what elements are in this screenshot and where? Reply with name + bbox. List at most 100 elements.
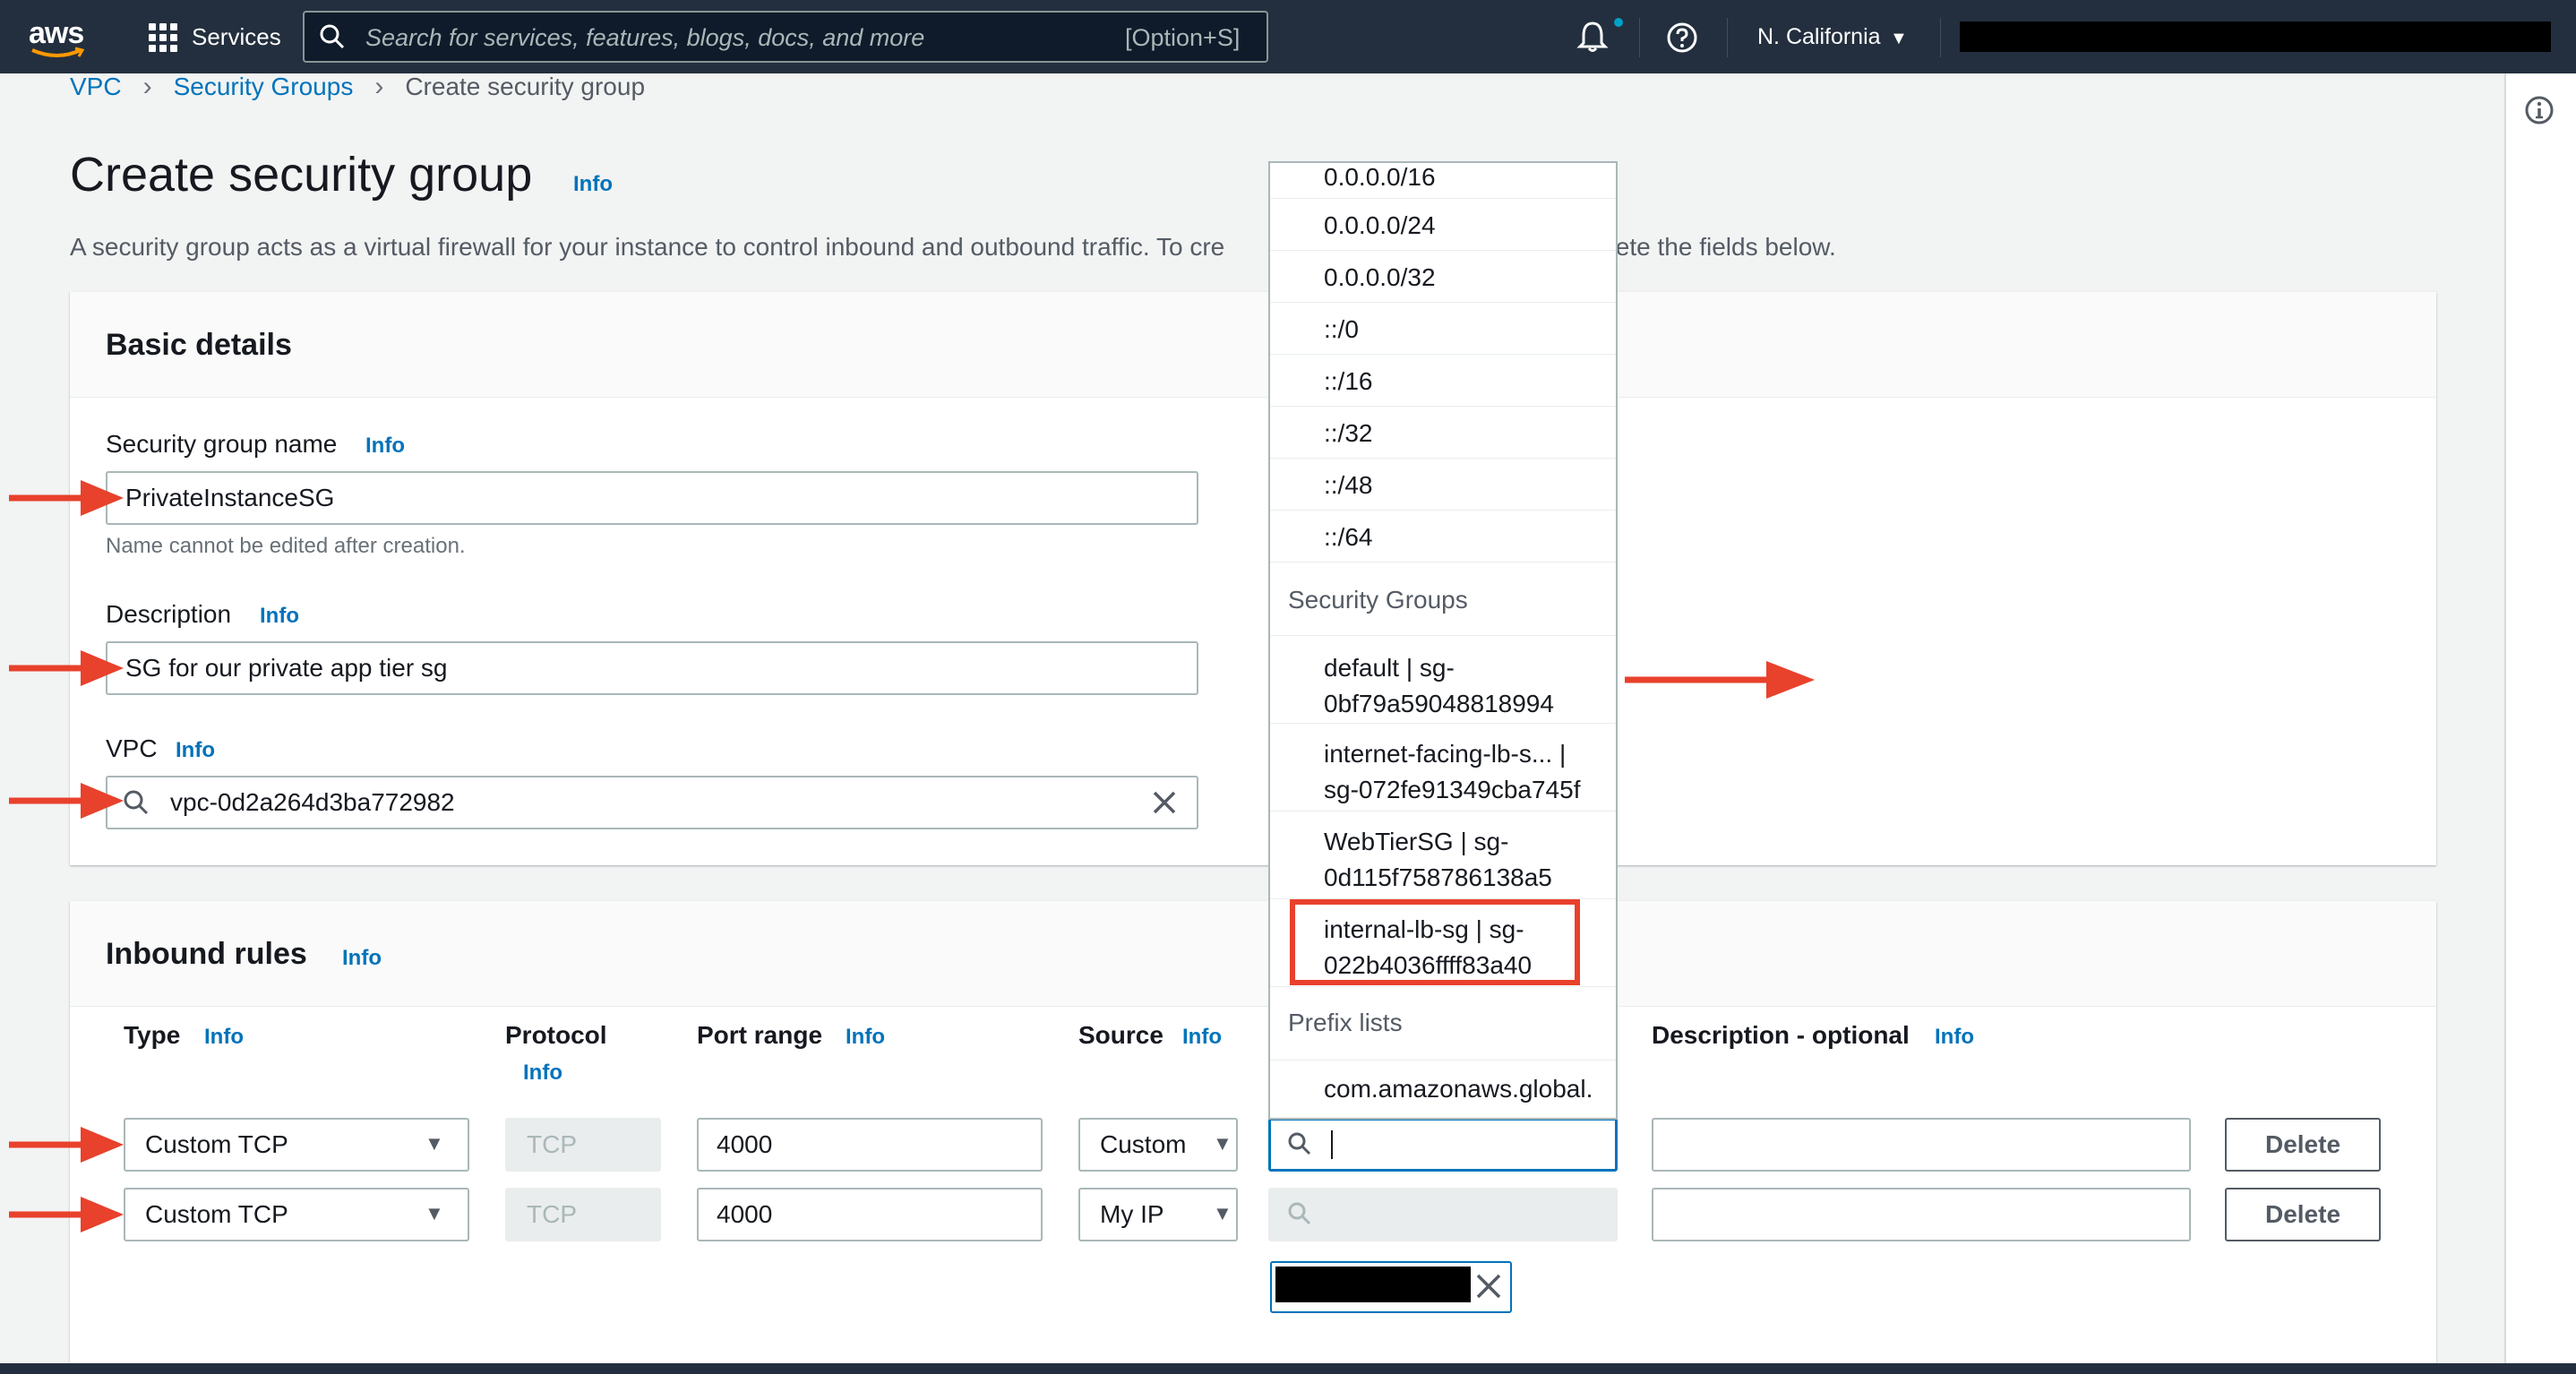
breadcrumb: VPC › Security Groups › Create security …	[70, 72, 645, 102]
source-token-redacted	[1275, 1267, 1471, 1302]
page-description-tail: plete the fields below.	[1596, 233, 1836, 261]
services-grid-icon[interactable]	[149, 23, 177, 52]
region-selector[interactable]: N. California	[1757, 24, 1881, 50]
annotation-arrow-icon	[1625, 661, 1815, 699]
help-icon[interactable]	[1666, 21, 1698, 54]
basic-details-header	[70, 292, 2436, 398]
page-title: Create security group	[70, 148, 533, 202]
dropdown-option-cidr[interactable]: ::/0	[1270, 303, 1616, 355]
column-description: Description - optional	[1652, 1021, 1910, 1049]
annotation-arrow-icon	[9, 1197, 124, 1232]
search-icon	[1288, 1202, 1311, 1225]
tools-panel-rail	[2504, 73, 2576, 1363]
remove-token-icon[interactable]	[1473, 1270, 1505, 1302]
delete-rule-button[interactable]: Delete	[2225, 1118, 2381, 1172]
rule-port-input[interactable]: 4000	[697, 1118, 1043, 1172]
aws-smile-icon	[31, 47, 85, 57]
nav-divider	[1639, 18, 1640, 57]
dropdown-option-cidr[interactable]: ::/64	[1270, 511, 1616, 562]
nav-divider	[1727, 18, 1728, 57]
sg-option-id: 0bf79a59048818994	[1324, 690, 1554, 717]
source-info-link[interactable]: Info	[1182, 1025, 1222, 1050]
search-icon	[320, 24, 345, 49]
description-input[interactable]: SG for our private app tier sg	[106, 641, 1198, 695]
caret-down-icon: ▼	[1213, 1202, 1232, 1224]
sg-option-name: default | sg-	[1324, 654, 1455, 682]
description-col-info-link[interactable]: Info	[1935, 1025, 1974, 1050]
description-info-link[interactable]: Info	[260, 604, 299, 629]
annotation-arrow-icon	[9, 783, 124, 819]
rule-protocol-field: TCP	[505, 1118, 661, 1172]
account-menu-redacted[interactable]	[1960, 21, 2551, 52]
breadcrumb-current: Create security group	[405, 73, 646, 100]
chevron-right-icon: ›	[374, 72, 384, 101]
chevron-right-icon: ›	[142, 72, 152, 101]
dropdown-option-cidr[interactable]: 0.0.0.0/16	[1270, 163, 1616, 199]
sg-name-hint: Name cannot be edited after creation.	[106, 534, 466, 558]
dropdown-option-security-group[interactable]: default | sg- 0bf79a59048818994	[1270, 636, 1616, 724]
dropdown-option-cidr[interactable]: 0.0.0.0/32	[1270, 251, 1616, 303]
column-protocol: Protocol	[505, 1021, 607, 1049]
dropdown-group-prefix-lists: Prefix lists	[1270, 987, 1616, 1061]
breadcrumb-vpc[interactable]: VPC	[70, 73, 122, 101]
aws-logo[interactable]: aws	[27, 13, 99, 63]
rule-protocol-field: TCP	[505, 1188, 661, 1241]
port-info-link[interactable]: Info	[846, 1025, 885, 1050]
inbound-info-link[interactable]: Info	[342, 946, 382, 971]
annotation-highlight-box	[1290, 899, 1580, 985]
dropdown-group-security-groups: Security Groups	[1270, 562, 1616, 636]
caret-down-icon: ▼	[425, 1132, 444, 1155]
rule-description-input[interactable]	[1652, 1188, 2191, 1241]
caret-down-icon: ▼	[425, 1202, 444, 1224]
text-cursor	[1331, 1130, 1333, 1159]
protocol-info-link[interactable]: Info	[523, 1061, 562, 1086]
rule-source-search-disabled	[1268, 1188, 1618, 1241]
annotation-arrow-icon	[9, 1127, 124, 1163]
sg-option-name: WebTierSG | sg-	[1324, 828, 1509, 855]
dropdown-option-security-group[interactable]: WebTierSG | sg- 0d115f758786138a5	[1270, 812, 1616, 899]
breadcrumb-security-groups[interactable]: Security Groups	[174, 73, 354, 101]
rule-source-search-input[interactable]	[1268, 1118, 1618, 1172]
rule-port-input[interactable]: 4000	[697, 1188, 1043, 1241]
dropdown-option-security-group[interactable]: internet-facing-lb-s... | sg-072fe91349c…	[1270, 724, 1616, 812]
caret-down-icon: ▼	[1890, 29, 1908, 48]
column-port-range: Port range	[697, 1021, 823, 1049]
sg-option-id: sg-072fe91349cba745f	[1324, 776, 1581, 803]
vpc-select-input[interactable]: vpc-0d2a264d3ba772982	[106, 776, 1198, 829]
sg-name-info-link[interactable]: Info	[365, 434, 405, 459]
clear-x-icon[interactable]	[1150, 788, 1179, 817]
sg-name-input[interactable]: PrivateInstanceSG	[106, 471, 1198, 525]
rule-type-select[interactable]: Custom TCP	[124, 1188, 469, 1241]
rule-type-select[interactable]: Custom TCP	[124, 1118, 469, 1172]
description-label: Description	[106, 600, 232, 628]
notification-badge	[1614, 18, 1623, 27]
search-icon	[1288, 1132, 1311, 1155]
dropdown-option-prefix-list[interactable]: com.amazonaws.global.	[1270, 1061, 1616, 1118]
annotation-arrow-icon	[9, 480, 124, 516]
dropdown-option-cidr[interactable]: ::/32	[1270, 407, 1616, 459]
dropdown-option-cidr[interactable]: ::/48	[1270, 459, 1616, 511]
title-info-link[interactable]: Info	[573, 172, 613, 197]
search-icon	[124, 790, 149, 815]
inbound-rules-header	[70, 901, 2436, 1007]
dropdown-option-cidr[interactable]: ::/16	[1270, 355, 1616, 407]
search-placeholder: Search for services, features, blogs, do…	[365, 24, 925, 51]
annotation-arrow-icon	[9, 650, 124, 686]
sg-option-id: 0d115f758786138a5	[1324, 863, 1552, 891]
vpc-label: VPC	[106, 734, 158, 762]
bell-icon[interactable]	[1576, 20, 1609, 54]
services-menu-label[interactable]: Services	[192, 23, 281, 51]
delete-rule-button[interactable]: Delete	[2225, 1188, 2381, 1241]
vpc-info-link[interactable]: Info	[176, 738, 215, 763]
sg-option-name: internet-facing-lb-s... |	[1324, 740, 1567, 768]
search-shortcut-hint: [Option+S]	[1125, 24, 1241, 51]
dropdown-option-cidr[interactable]: 0.0.0.0/24	[1270, 199, 1616, 251]
nav-divider	[1940, 18, 1941, 57]
rule-description-input[interactable]	[1652, 1118, 2191, 1172]
page-description: A security group acts as a virtual firew…	[70, 233, 1225, 261]
basic-details-title: Basic details	[106, 328, 292, 362]
caret-down-icon: ▼	[1213, 1132, 1232, 1155]
type-info-link[interactable]: Info	[204, 1025, 244, 1050]
info-circle-icon[interactable]	[2524, 95, 2555, 125]
column-type: Type	[124, 1021, 181, 1049]
